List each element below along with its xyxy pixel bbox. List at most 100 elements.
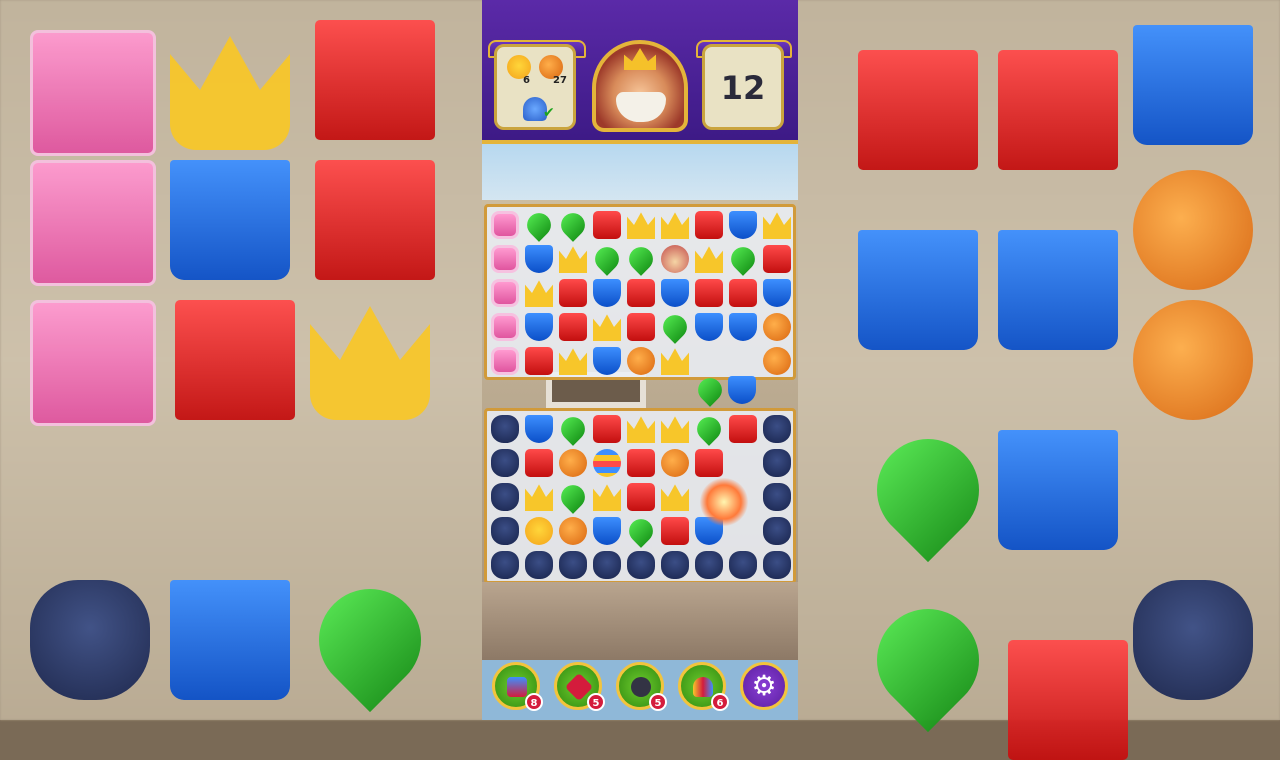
tile-red[interactable]: [695, 211, 723, 239]
tile-pot[interactable]: [593, 551, 621, 579]
tile-red[interactable]: [525, 347, 553, 375]
tile-yellow[interactable]: [525, 280, 553, 307]
tile-red[interactable]: [695, 449, 723, 477]
tile-pot[interactable]: [695, 551, 723, 579]
tile-red[interactable]: [695, 279, 723, 307]
tile-orange[interactable]: [559, 449, 587, 477]
tile-green[interactable]: [556, 412, 590, 446]
tile-blue[interactable]: [525, 415, 553, 443]
tile-pot[interactable]: [729, 551, 757, 579]
tile-pink[interactable]: [491, 347, 519, 375]
tile-blue[interactable]: [729, 313, 757, 341]
tile-yellow[interactable]: [661, 484, 689, 511]
tile-yellow[interactable]: [661, 348, 689, 375]
tile-pot[interactable]: [491, 551, 519, 579]
tile-green[interactable]: [692, 412, 726, 446]
tile-red[interactable]: [729, 415, 757, 443]
tile-yellow[interactable]: [559, 246, 587, 273]
tile-pot[interactable]: [491, 415, 519, 443]
tile-red[interactable]: [525, 449, 553, 477]
tile-duck[interactable]: [525, 517, 553, 545]
tile-pot[interactable]: [525, 551, 553, 579]
tile-pot[interactable]: [491, 483, 519, 511]
background-left-blur: [0, 0, 482, 720]
falling-tile-blue[interactable]: [728, 376, 756, 404]
tile-green[interactable]: [522, 208, 556, 242]
tile-yellow[interactable]: [593, 484, 621, 511]
cannon-icon: [631, 677, 651, 697]
tile-green[interactable]: [590, 242, 624, 276]
tile-pot[interactable]: [491, 449, 519, 477]
cannon-booster-button[interactable]: 5: [616, 662, 667, 711]
tile-egg[interactable]: [593, 449, 621, 477]
tile-red[interactable]: [559, 313, 587, 341]
tile-green[interactable]: [624, 514, 658, 548]
tile-red[interactable]: [627, 449, 655, 477]
tile-red[interactable]: [627, 279, 655, 307]
tile-blue[interactable]: [593, 279, 621, 307]
tile-orange[interactable]: [627, 347, 655, 375]
tile-pot[interactable]: [763, 415, 791, 443]
tile-yellow[interactable]: [695, 246, 723, 273]
tile-pot[interactable]: [763, 483, 791, 511]
moves-panel: 12: [702, 44, 784, 130]
tile-pot[interactable]: [763, 449, 791, 477]
tile-yellow[interactable]: [559, 348, 587, 375]
tile-pot[interactable]: [763, 517, 791, 545]
jester-booster-button[interactable]: 6: [678, 662, 729, 711]
board-bottom: [484, 408, 796, 584]
tile-pink[interactable]: [491, 313, 519, 341]
tile-blue[interactable]: [525, 313, 553, 341]
board-top: [484, 204, 796, 380]
king-avatar: [592, 40, 688, 132]
tile-pot[interactable]: [559, 551, 587, 579]
tile-green[interactable]: [658, 310, 692, 344]
tile-yellow[interactable]: [763, 212, 791, 239]
tile-blue[interactable]: [763, 279, 791, 307]
settings-button[interactable]: ⚙: [740, 662, 788, 710]
check-icon: ✔: [543, 105, 555, 121]
tile-orange[interactable]: [763, 313, 791, 341]
tile-blue[interactable]: [695, 313, 723, 341]
tile-blue[interactable]: [661, 279, 689, 307]
tile-jester[interactable]: [661, 245, 689, 273]
tile-yellow[interactable]: [661, 212, 689, 239]
tile-pot[interactable]: [491, 517, 519, 545]
tile-green[interactable]: [726, 242, 760, 276]
tile-red[interactable]: [593, 211, 621, 239]
tile-red[interactable]: [627, 313, 655, 341]
blur-tile: [1133, 300, 1253, 420]
blur-tile: [170, 160, 290, 280]
tile-yellow[interactable]: [661, 416, 689, 443]
tile-blue[interactable]: [525, 245, 553, 273]
tile-blue[interactable]: [593, 347, 621, 375]
tile-yellow[interactable]: [593, 314, 621, 341]
tile-red[interactable]: [559, 279, 587, 307]
tile-pot[interactable]: [763, 551, 791, 579]
tile-red[interactable]: [729, 279, 757, 307]
tile-blue[interactable]: [593, 517, 621, 545]
tile-green[interactable]: [556, 208, 590, 242]
tile-red[interactable]: [627, 483, 655, 511]
arrow-booster-button[interactable]: 5: [554, 662, 605, 711]
tile-pink[interactable]: [491, 211, 519, 239]
tile-pot[interactable]: [627, 551, 655, 579]
tile-green[interactable]: [624, 242, 658, 276]
hammer-booster-button[interactable]: 8: [492, 662, 543, 711]
tile-orange[interactable]: [559, 517, 587, 545]
tile-blue[interactable]: [729, 211, 757, 239]
tile-green[interactable]: [556, 480, 590, 514]
tile-orange[interactable]: [661, 449, 689, 477]
tile-pink[interactable]: [491, 279, 519, 307]
tile-orange[interactable]: [763, 347, 791, 375]
tile-yellow[interactable]: [525, 484, 553, 511]
tile-pot[interactable]: [661, 551, 689, 579]
blur-tile: [858, 50, 978, 170]
tile-red[interactable]: [661, 517, 689, 545]
tile-yellow[interactable]: [627, 416, 655, 443]
tile-pink[interactable]: [491, 245, 519, 273]
blur-tile: [1133, 170, 1253, 290]
tile-red[interactable]: [593, 415, 621, 443]
tile-red[interactable]: [763, 245, 791, 273]
tile-yellow[interactable]: [627, 212, 655, 239]
